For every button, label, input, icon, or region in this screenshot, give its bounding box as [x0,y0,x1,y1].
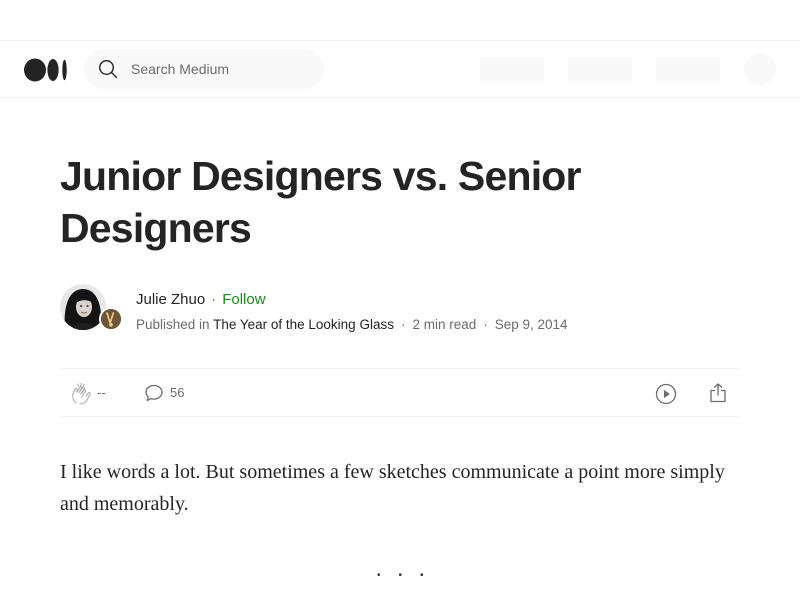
comment-count: 56 [170,385,185,400]
separator-dot: · [400,317,406,332]
play-icon[interactable] [654,382,678,406]
user-avatar-placeholder[interactable] [744,53,776,85]
nav-signup-placeholder[interactable] [568,57,632,81]
publication-name[interactable]: The Year of the Looking Glass [213,317,394,332]
search-input[interactable] [131,59,311,79]
author-line: Julie Zhuo · Follow [136,290,266,310]
clap-count: -- [97,385,106,400]
article-action-bar: -- 56 [60,368,740,417]
article-body-paragraph: I like words a lot. But sometimes a few … [60,461,725,515]
publication-avatar[interactable] [99,307,123,331]
clap-icon[interactable] [68,381,94,407]
read-time: 2 min read [412,317,477,332]
article-title: Junior Designers vs. Senior Designers [60,153,582,251]
search-box [84,49,324,89]
share-icon[interactable] [706,381,730,405]
top-navbar [0,41,800,98]
separator-dot: · [483,317,488,332]
follow-button[interactable]: Follow [222,291,265,308]
separator-dot: · [211,291,217,308]
author-name[interactable]: Julie Zhuo [136,291,205,308]
publish-date: Sep 9, 2014 [494,317,568,332]
search-icon [98,59,118,79]
nav-write-placeholder[interactable] [480,57,544,81]
section-separator: ... [376,556,441,581]
comment-icon[interactable] [144,383,164,403]
published-in-label: Published in [136,317,210,332]
nav-signin-placeholder[interactable] [656,57,720,81]
article-meta: Published in The Year of the Looking Gla… [136,315,568,335]
medium-logo[interactable] [24,58,68,82]
